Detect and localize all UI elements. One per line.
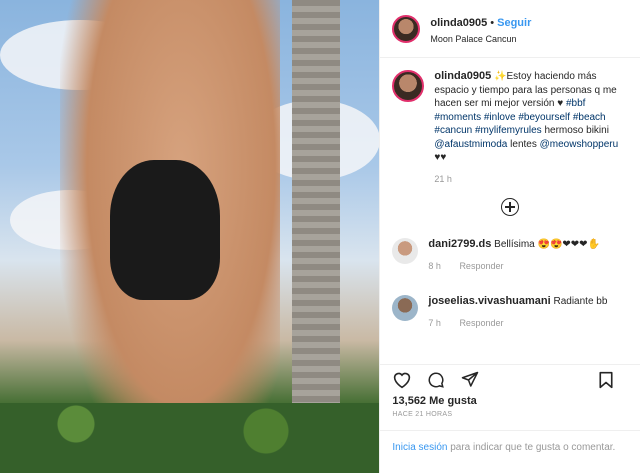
comments-area: olinda0905 ✨Estoy haciendo más espacio y… xyxy=(380,58,640,364)
caption-text: olinda0905 ✨Estoy haciendo más espacio y… xyxy=(434,70,628,186)
login-link[interactable]: Inicia sesión xyxy=(392,442,447,453)
post-header: olinda0905 • Seguir Moon Palace Cancun xyxy=(380,0,640,58)
photo-swimsuit xyxy=(110,160,220,300)
caption-bikini: hermoso bikini xyxy=(544,125,609,136)
comment-text: Bellísima 😍😍❤❤❤✋ xyxy=(494,239,601,250)
comment-time[interactable]: 8 h xyxy=(428,261,441,271)
post-age[interactable]: HACE 21 HORAS xyxy=(380,407,640,418)
instagram-post: olinda0905 • Seguir Moon Palace Cancun oli… xyxy=(0,0,640,473)
follow-button[interactable]: Seguir xyxy=(497,17,531,29)
bookmark-icon[interactable] xyxy=(598,371,614,389)
avatar[interactable] xyxy=(392,70,425,102)
reply-button[interactable]: Responder xyxy=(459,261,503,271)
location-link[interactable]: Moon Palace Cancun xyxy=(430,34,531,44)
avatar[interactable] xyxy=(392,14,421,43)
share-icon[interactable] xyxy=(460,371,480,389)
comment-body: dani2799.ds Bellísima 😍😍❤❤❤✋ 8 h Respond… xyxy=(428,238,600,273)
comment: dani2799.ds Bellísima 😍😍❤❤❤✋ 8 h Respond… xyxy=(392,238,628,273)
caption-lentes-tag[interactable]: @meowshopperu xyxy=(540,139,619,150)
caption-username[interactable]: olinda0905 xyxy=(434,70,491,82)
comment-username[interactable]: joseelias.vivashuamani xyxy=(428,295,550,307)
likes-count[interactable]: 13,562 Me gusta xyxy=(380,395,640,407)
avatar[interactable] xyxy=(392,295,419,321)
comment-icon[interactable] xyxy=(426,371,446,389)
comment-time[interactable]: 7 h xyxy=(428,318,441,328)
caption-bikini-tag[interactable]: @afaustmimoda xyxy=(434,139,507,150)
post-photo[interactable] xyxy=(0,0,380,473)
header-names: olinda0905 • Seguir Moon Palace Cancun xyxy=(430,13,531,44)
reply-button[interactable]: Responder xyxy=(459,318,503,328)
separator-dot: • xyxy=(490,17,495,29)
action-bar xyxy=(380,364,640,395)
comment: joseelias.vivashuamani Radiante bb 7 h R… xyxy=(392,295,628,330)
comment-meta: 7 h Responder xyxy=(428,317,607,330)
caption-time[interactable]: 21 h xyxy=(434,173,628,187)
post-sidebar: olinda0905 • Seguir Moon Palace Cancun oli… xyxy=(379,0,640,473)
login-text: para indicar que te gusta o comentar. xyxy=(447,442,616,453)
header-username[interactable]: olinda0905 xyxy=(430,17,487,29)
caption: olinda0905 ✨Estoy haciendo más espacio y… xyxy=(392,70,628,186)
heart-icon[interactable] xyxy=(392,371,412,389)
load-more-comments-icon[interactable] xyxy=(501,198,520,216)
avatar[interactable] xyxy=(392,238,419,264)
comment-text: Radiante bb xyxy=(553,296,608,307)
caption-hearts: ♥♥ xyxy=(434,152,447,163)
comment-body: joseelias.vivashuamani Radiante bb 7 h R… xyxy=(428,295,607,330)
comment-username[interactable]: dani2799.ds xyxy=(428,238,491,250)
login-prompt: Inicia sesión para indicar que te gusta … xyxy=(380,430,640,465)
photo-hedge xyxy=(0,403,380,473)
comment-meta: 8 h Responder xyxy=(428,260,600,273)
caption-lentes: lentes xyxy=(510,138,537,150)
